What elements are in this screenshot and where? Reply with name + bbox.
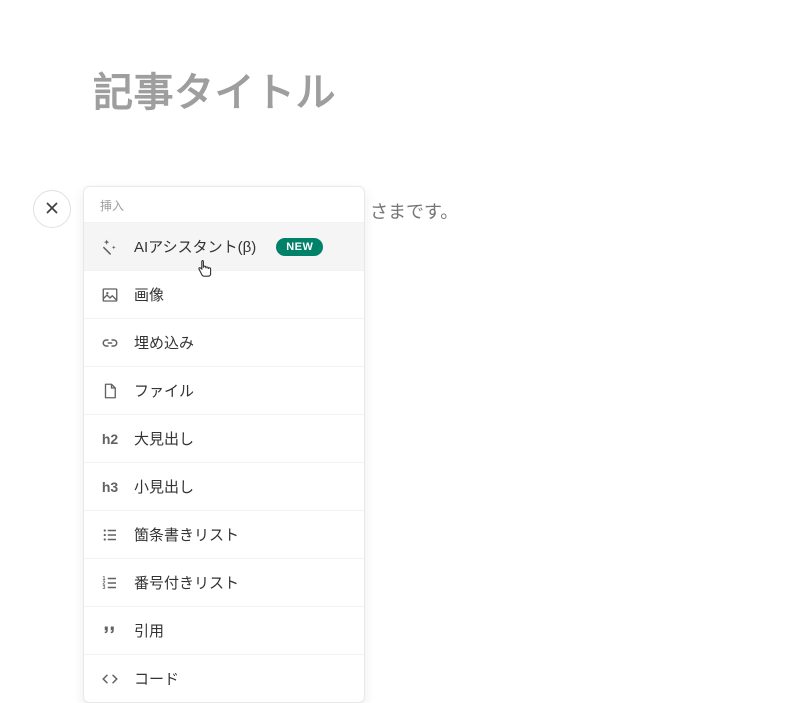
close-button[interactable]: [33, 190, 71, 228]
menu-item-image[interactable]: 画像: [84, 270, 364, 318]
menu-item-code[interactable]: コード: [84, 654, 364, 702]
menu-item-quote[interactable]: 引用: [84, 606, 364, 654]
editor-content-text: さまです。: [370, 198, 458, 224]
menu-item-label: 引用: [134, 620, 164, 641]
menu-item-label: 画像: [134, 284, 164, 305]
menu-item-label: コード: [134, 668, 179, 689]
image-icon: [100, 285, 120, 305]
menu-item-heading3[interactable]: h3 小見出し: [84, 462, 364, 510]
menu-item-label: ファイル: [134, 380, 194, 401]
menu-item-label: 番号付きリスト: [134, 572, 239, 593]
menu-item-file[interactable]: ファイル: [84, 366, 364, 414]
close-icon: [43, 199, 61, 220]
menu-item-label: 埋め込み: [134, 332, 194, 353]
h3-icon: h3: [100, 479, 120, 495]
menu-item-label: 小見出し: [134, 476, 194, 497]
h2-icon: h2: [100, 431, 120, 447]
wand-icon: [100, 237, 120, 257]
menu-item-label: 大見出し: [134, 428, 194, 449]
link-icon: [100, 333, 120, 353]
menu-header: 挿入: [84, 187, 364, 222]
quote-icon: [100, 621, 120, 641]
menu-item-label: 箇条書きリスト: [134, 524, 239, 545]
article-title-placeholder[interactable]: 記事タイトル: [93, 60, 800, 118]
menu-item-embed[interactable]: 埋め込み: [84, 318, 364, 366]
numbered-list-icon: 1 2 3: [100, 573, 120, 593]
menu-item-bullet-list[interactable]: 箇条書きリスト: [84, 510, 364, 558]
file-icon: [100, 381, 120, 401]
new-badge: NEW: [276, 238, 323, 256]
insert-menu: 挿入 AIアシスタント(β) NEW 画像: [83, 186, 365, 703]
code-icon: [100, 669, 120, 689]
bullet-list-icon: [100, 525, 120, 545]
menu-item-label: AIアシスタント(β): [134, 236, 256, 257]
svg-text:3: 3: [103, 585, 106, 591]
menu-item-numbered-list[interactable]: 1 2 3 番号付きリスト: [84, 558, 364, 606]
menu-item-ai-assistant[interactable]: AIアシスタント(β) NEW: [84, 222, 364, 270]
menu-item-heading2[interactable]: h2 大見出し: [84, 414, 364, 462]
